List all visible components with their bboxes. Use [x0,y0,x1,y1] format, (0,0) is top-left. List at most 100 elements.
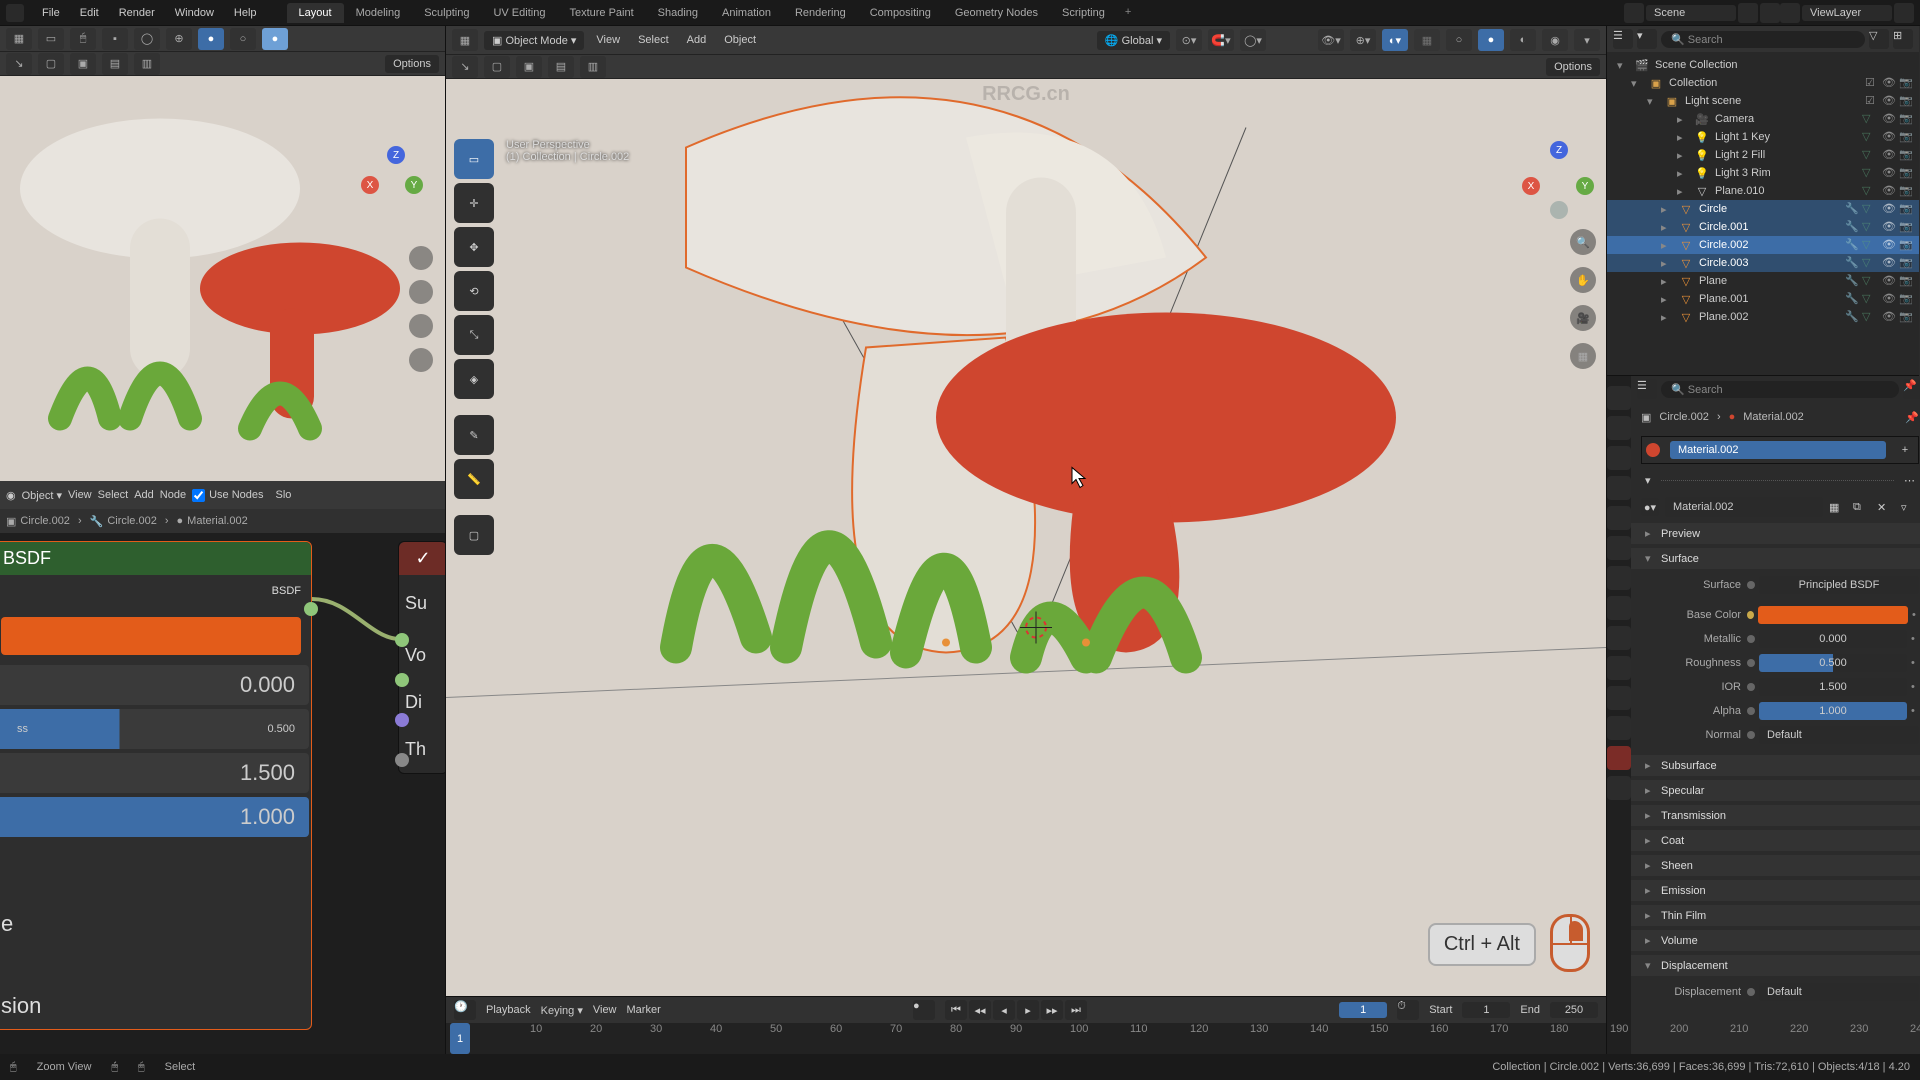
eye-icon[interactable]: 👁 [1882,238,1896,252]
roughness-dot-icon[interactable] [1747,659,1755,667]
snap-toggle-icon[interactable]: 🧲▾ [1208,29,1234,51]
zoom-icon[interactable] [409,246,433,270]
t-sel2-icon[interactable]: ▣ [516,56,542,78]
overlay-icon[interactable]: ◯ [134,28,160,50]
sel3-icon[interactable]: ▤ [102,53,128,75]
render-icon[interactable]: 📷 [1899,112,1913,126]
tab-compositing[interactable]: Compositing [858,3,943,23]
node-val-ss[interactable]: ss0.500 [0,709,309,749]
ptab-texture-icon[interactable] [1607,776,1631,800]
view3d-view[interactable]: View [590,32,626,48]
timeline[interactable]: 🕐 Playback Keying ▾ View Marker ● ⏮ ◂◂ ◂… [446,996,1606,1054]
pin-icon[interactable]: 📌 [1905,411,1919,424]
node-val-alpha[interactable]: 1.000 [0,797,309,837]
socket-th[interactable]: Th [399,726,445,773]
sel-box-icon[interactable]: ▭ [38,28,64,50]
cursor-icon[interactable]: 🖱 [70,28,96,50]
sel4-icon[interactable]: ▥ [134,53,160,75]
tool-annotate[interactable]: ✎ [454,415,494,455]
tl-marker[interactable]: Marker [627,1004,661,1016]
mat-new-icon[interactable]: ▿ [1901,501,1919,514]
menu-edit[interactable]: Edit [70,4,109,22]
scene-name-field[interactable]: Scene [1646,5,1736,21]
render-icon[interactable]: 📷 [1899,202,1913,216]
outliner-item[interactable]: ▸ ▽ Plane.002 🔧▽ 👁📷 [1607,308,1919,326]
roughness-field[interactable]: 0.500 [1759,654,1907,672]
tab-sculpting[interactable]: Sculpting [412,3,481,23]
menu-window[interactable]: Window [165,4,224,22]
tab-rendering[interactable]: Rendering [783,3,858,23]
viewlayer-new-icon[interactable] [1894,3,1914,23]
render-icon[interactable]: 📷 [1899,94,1913,108]
ptab-modifier-icon[interactable] [1607,596,1631,620]
editor-type-node-icon[interactable]: ◉ [6,489,16,502]
outliner-filter-icon[interactable]: ▽ [1869,29,1889,49]
jump-end-icon[interactable]: ⏭ [1065,1000,1087,1020]
persp-icon[interactable] [409,348,433,372]
ptab-output-icon[interactable] [1607,446,1631,470]
visibility-icon[interactable]: 👁▾ [1318,29,1344,51]
principled-bsdf-node[interactable]: BSDF BSDF 0.000 ss0.500 1.500 1.000 e si… [0,541,312,1030]
displacement-dropdown[interactable]: Default [1759,983,1919,1001]
blender-logo-icon[interactable] [6,4,24,22]
next-key-icon[interactable]: ▸▸ [1041,1000,1063,1020]
tab-shading[interactable]: Shading [646,3,710,23]
outliner-search[interactable]: 🔍 Search [1661,31,1865,48]
t-sel3-icon[interactable]: ▤ [548,56,574,78]
outliner-item[interactable]: ▸ 💡 Light 1 Key ▽ 👁📷 [1607,128,1919,146]
mat-copy-icon[interactable]: ⧉ [1853,501,1871,514]
shading-solid-icon[interactable]: ● [1478,29,1504,51]
shading-matprev-icon[interactable]: ◐ [1510,29,1536,51]
outliner[interactable]: ☰ ▾ 🔍 Search ▽ ⊞ ▾🎬Scene Collection ▾▣Co… [1607,26,1919,376]
outliner-item[interactable]: ▸ 💡 Light 3 Rim ▽ 👁📷 [1607,164,1919,182]
render-icon[interactable]: 📷 [1899,166,1913,180]
vp-persp-icon[interactable]: ▦ [1570,343,1596,369]
eye-icon[interactable]: 👁 [1882,148,1896,162]
eye-icon[interactable]: 👁 [1882,292,1896,306]
ptab-object-icon[interactable] [1607,566,1631,590]
overlays-toggle-icon[interactable]: ◐▾ [1382,29,1408,51]
material-slot-name[interactable]: Material.002 [1670,441,1886,459]
tl-playback[interactable]: Playback [486,1004,531,1016]
outliner-display-icon[interactable]: ▾ [1637,29,1657,49]
properties-editor[interactable]: ☰ 🔍 Search 📌 ▣Circle.002 › ●Material.002… [1607,376,1919,1054]
render-icon[interactable]: 📷 [1899,274,1913,288]
exclude-icon[interactable]: ☑ [1865,94,1879,108]
outliner-item[interactable]: ▸ 🎥 Camera ▽ 👁📷 [1607,110,1919,128]
jump-start-icon[interactable]: ⏮ [945,1000,967,1020]
eye-icon[interactable]: 👁 [1882,76,1896,90]
render-icon[interactable]: 📷 [1899,220,1913,234]
crumb-material[interactable]: Material.002 [187,515,248,527]
xray-toggle-icon[interactable]: ▦ [1414,29,1440,51]
input-socket-displacement[interactable] [395,713,409,727]
metallic-dot-icon[interactable] [1747,635,1755,643]
eye-icon[interactable]: 👁 [1882,220,1896,234]
input-socket-surface[interactable] [395,633,409,647]
material-name-field[interactable] [1665,497,1823,517]
eye-icon[interactable]: 👁 [1882,274,1896,288]
outliner-item[interactable]: ▸ 💡 Light 2 Fill ▽ 👁📷 [1607,146,1919,164]
tab-add-button[interactable]: + [1117,3,1139,23]
main-viewport[interactable]: ▦ ▣ Object Mode ▾ View Select Add Object… [446,26,1606,996]
main-nav-gizmo[interactable]: X Y Z [1526,143,1598,215]
outliner-collection[interactable]: ▾▣Collection☑👁📷 [1607,74,1919,92]
render-icon[interactable]: 📷 [1899,310,1913,324]
tab-scripting[interactable]: Scripting [1050,3,1117,23]
node-mode-dropdown[interactable]: Object ▾ [22,489,62,502]
eye-icon[interactable]: 👁 [1882,112,1896,126]
eye-icon[interactable]: 👁 [1882,94,1896,108]
timeline-track[interactable]: 1 10203040506070809010011012013014015016… [446,1023,1606,1054]
slot-dropdown[interactable]: Slo [276,489,292,501]
menu-render[interactable]: Render [109,4,165,22]
tool-measure[interactable]: 📏 [454,459,494,499]
use-nodes-checkbox[interactable]: Use Nodes [192,489,263,502]
panel-coat[interactable]: ▸Coat [1631,830,1920,851]
ptab-tool-icon[interactable] [1607,386,1631,410]
tl-keying[interactable]: Keying ▾ [541,1004,583,1017]
basecolor-dot-icon[interactable] [1747,611,1754,619]
surface-dropdown[interactable]: Principled BSDF [1759,576,1919,594]
panel-specular[interactable]: ▸Specular [1631,780,1920,801]
viewlayer-name-field[interactable]: ViewLayer [1802,5,1892,21]
arrow-icon[interactable]: ↘ [6,53,32,75]
viewlayer-dropdown-icon[interactable] [1780,3,1800,23]
